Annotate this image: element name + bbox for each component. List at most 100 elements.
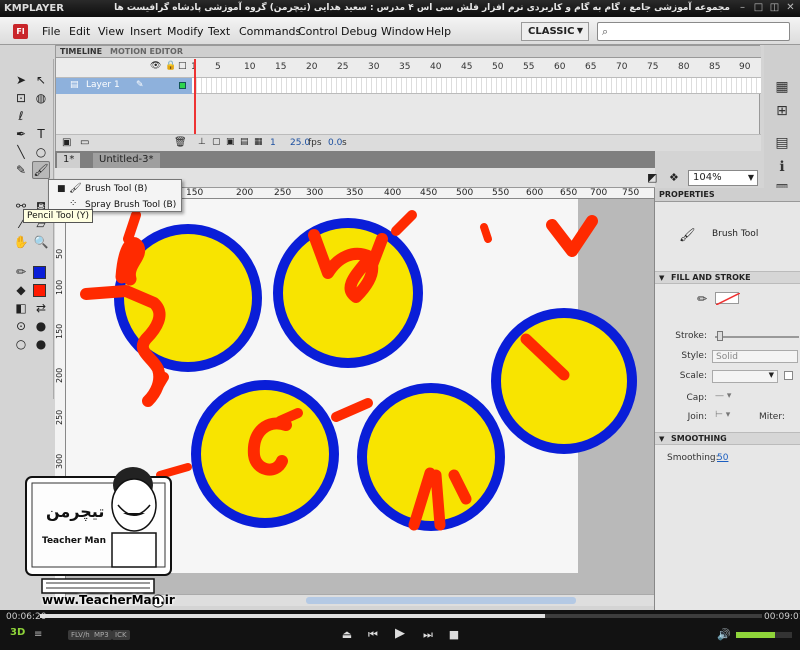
swap-colors-icon[interactable]: ⇄ [32, 299, 50, 317]
subselection-tool-icon[interactable]: ↖ [32, 71, 50, 89]
current-frame[interactable]: 1 [270, 138, 276, 148]
circle-shape[interactable] [357, 383, 505, 531]
oval-tool-icon[interactable]: ○ [32, 143, 50, 161]
align-panel-icon[interactable]: ▤ [772, 135, 792, 155]
minimize-icon[interactable]: – [736, 2, 749, 14]
3d-badge[interactable]: 3D [10, 627, 25, 638]
menu-file[interactable]: File [42, 25, 60, 38]
cap-select[interactable]: — ▾ [715, 391, 731, 401]
hand-tool-icon[interactable]: ✋ [12, 233, 30, 251]
scale-select[interactable]: ▼ [712, 370, 778, 383]
join-select[interactable]: ⊢ ▾ [715, 410, 730, 420]
doc-tab-1[interactable]: 1* [57, 153, 81, 168]
onion-outline-icon[interactable]: ▣ [226, 137, 235, 147]
eject-icon[interactable]: ⏏ [339, 628, 355, 641]
fill-color-swatch[interactable] [33, 284, 46, 297]
brush-size-icon[interactable]: ● [32, 335, 50, 353]
modify-markers-icon[interactable]: ▦ [254, 137, 263, 147]
edit-scene-icon[interactable]: ❖ [669, 171, 679, 184]
close-icon[interactable]: ✕ [784, 2, 797, 14]
info-panel-icon[interactable]: ℹ [772, 159, 792, 179]
brush-stroke[interactable] [331, 398, 373, 422]
smoothing-value[interactable]: 50 [717, 453, 728, 463]
volume-icon[interactable]: 🔊 [716, 628, 732, 641]
style-select[interactable]: Solid [712, 350, 798, 363]
elapsed-time[interactable]: 0.0 [328, 138, 342, 148]
layer-color-icon[interactable] [179, 82, 186, 89]
circle-shape[interactable] [491, 308, 637, 454]
outline-icon[interactable]: □ [178, 61, 187, 71]
object-drawing-icon[interactable]: ⊙ [12, 317, 30, 335]
brush-stroke[interactable] [480, 223, 492, 243]
tab-motion-editor[interactable]: MOTION EDITOR [110, 47, 183, 56]
menu-edit[interactable]: Edit [69, 25, 90, 38]
brush-stroke[interactable] [123, 210, 141, 244]
stroke-slider[interactable] [715, 336, 799, 338]
stroke-slider-thumb[interactable] [717, 331, 723, 341]
help-search-input[interactable]: ⌕ [597, 22, 790, 41]
center-frame-icon[interactable]: ⊥ [198, 137, 206, 147]
lock-fill-icon[interactable]: ● [32, 317, 50, 335]
scrollbar-thumb[interactable] [306, 597, 576, 604]
stroke-color-swatch[interactable] [715, 292, 741, 306]
menu-insert[interactable]: Insert [130, 25, 162, 38]
restore-icon[interactable]: ◫ [768, 2, 781, 14]
menu-control[interactable]: Control [298, 25, 338, 38]
volume-slider[interactable] [736, 632, 792, 638]
menu-modify[interactable]: Modify [167, 25, 203, 38]
menu-window[interactable]: Window [381, 25, 424, 38]
previous-icon[interactable]: ⏮ [365, 628, 381, 642]
layer-row[interactable]: ▤ Layer 1 ✎ [56, 78, 192, 94]
brush-stroke[interactable] [546, 215, 598, 257]
edit-symbols-icon[interactable]: ◩ [647, 171, 657, 184]
ruler-label: 150 [186, 188, 204, 198]
seek-bar[interactable] [40, 614, 762, 618]
pen-tool-icon[interactable]: ✒ [12, 125, 30, 143]
menu-commands[interactable]: Commands [239, 25, 301, 38]
new-layer-icon[interactable]: ▣ [62, 137, 71, 148]
play-icon[interactable]: ▶ [392, 626, 408, 641]
zoom-tool-icon[interactable]: 🔍 [32, 233, 50, 251]
section-smoothing[interactable]: SMOOTHING ▼ [655, 432, 800, 445]
brush-mode-icon[interactable]: ○ [12, 335, 30, 353]
tools-panel: ➤ ↖ ⊡ ◍ ℓ ✒ T ╲ ○ ✎ 🖌 ⚯ ⛾ ⁄ ▱ ✋ 🔍 ✏ ◆ ◧ … [8, 59, 54, 399]
stroke-color-swatch[interactable] [33, 266, 46, 279]
edit-multiple-icon[interactable]: ▤ [240, 137, 249, 147]
brush-stroke[interactable] [391, 210, 417, 236]
menu-view[interactable]: View [98, 25, 124, 38]
onion-skin-icon[interactable]: ▢ [212, 137, 221, 147]
eye-icon[interactable]: 👁 [150, 61, 161, 71]
lasso-tool-icon[interactable]: ℓ [12, 107, 30, 125]
selection-tool-icon[interactable]: ➤ [12, 71, 30, 89]
maximize-icon[interactable]: □ [752, 2, 765, 14]
color-panel-icon[interactable]: ▦ [772, 79, 792, 99]
next-icon[interactable]: ⏭ [420, 628, 436, 642]
workspace-switcher[interactable]: CLASSIC ▼ [521, 22, 589, 41]
hinting-checkbox[interactable] [784, 371, 793, 380]
menu-text[interactable]: Text [208, 25, 230, 38]
zoom-select[interactable]: 104% ▼ [688, 170, 758, 186]
brush-tool-icon[interactable]: 🖌 [32, 161, 50, 179]
delete-icon[interactable]: 🗑 [174, 137, 187, 148]
stroke-color-pencil-icon[interactable]: ✏ [697, 292, 707, 306]
menu-brush-tool[interactable]: Brush Tool (B) [85, 184, 147, 194]
menu-debug[interactable]: Debug [341, 25, 377, 38]
menu-spray-brush-tool[interactable]: Spray Brush Tool (B) [85, 200, 176, 210]
circle-shape[interactable] [191, 380, 339, 528]
lock-icon[interactable]: 🔒 [165, 61, 176, 71]
tab-timeline[interactable]: TIMELINE [60, 47, 102, 56]
3d-rotation-tool-icon[interactable]: ◍ [32, 89, 50, 107]
new-folder-icon[interactable]: ▭ [80, 137, 89, 148]
stop-icon[interactable]: ■ [446, 628, 462, 641]
section-fill-and-stroke[interactable]: FILL AND STROKE ▼ [655, 271, 800, 284]
swatches-panel-icon[interactable]: ⊞ [772, 103, 792, 123]
text-tool-icon[interactable]: T [32, 125, 50, 143]
pencil-tool-icon[interactable]: ✎ [12, 161, 30, 179]
line-tool-icon[interactable]: ╲ [12, 143, 30, 161]
frame-grid[interactable] [192, 78, 761, 94]
free-transform-tool-icon[interactable]: ⊡ [12, 89, 30, 107]
doc-tab-untitled-3[interactable]: Untitled-3* [93, 153, 160, 168]
black-white-icon[interactable]: ◧ [12, 299, 30, 317]
menu-help[interactable]: Help [426, 25, 451, 38]
menu-icon[interactable]: ≡ [34, 629, 42, 640]
